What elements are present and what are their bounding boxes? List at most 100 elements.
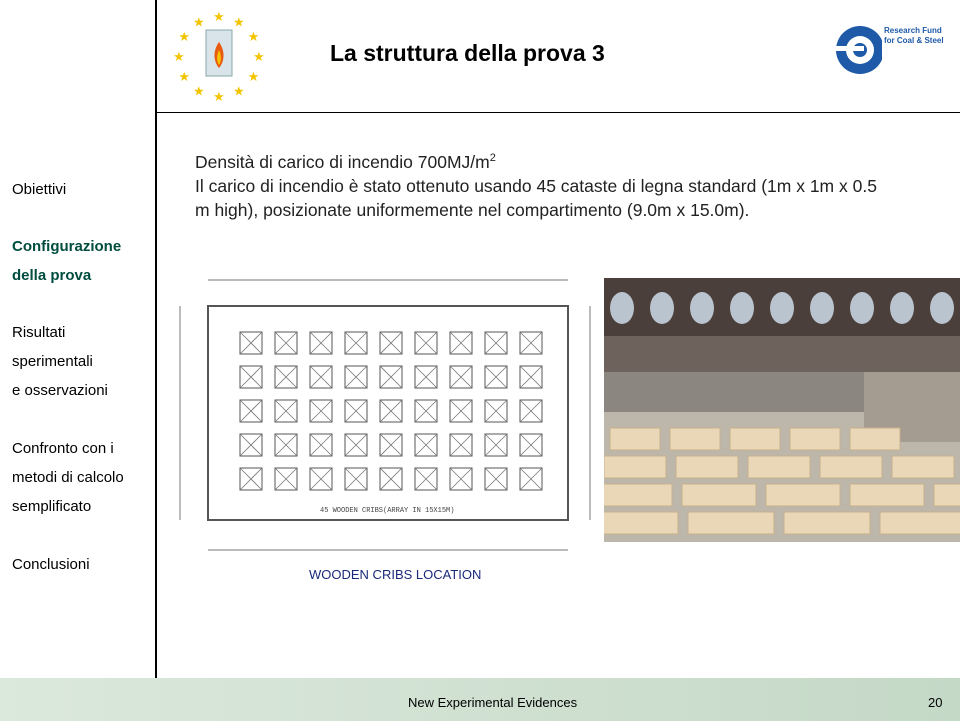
crib-mark [239, 365, 263, 389]
beam-hole [610, 292, 634, 324]
wood-stack [604, 483, 673, 507]
wood-stack [819, 455, 883, 479]
wood-stack [675, 455, 739, 479]
cribs-floor-plan: 45 WOODEN CRIBS(ARRAY IN 15X15M) [150, 250, 610, 560]
crib-mark [239, 433, 263, 457]
crib-mark [239, 399, 263, 423]
wood-stack [849, 427, 901, 451]
beam-hole [850, 292, 874, 324]
star-icon: ★ [233, 14, 245, 29]
nav-item-confronto[interactable]: Confronto con i metodi di calcolo sempli… [12, 434, 124, 521]
eu-stars-logo: ★ ★ ★ ★ ★ ★ ★ ★ ★ ★ ★ ★ [170, 8, 266, 104]
slide-title: La struttura della prova 3 [330, 40, 605, 66]
nav-label: metodi di calcolo [12, 469, 124, 486]
crib-mark [239, 467, 263, 491]
crib-mark [414, 433, 438, 457]
crib-mark [344, 399, 368, 423]
slide-body: Densità di carico di incendio 700MJ/m2 I… [195, 146, 895, 222]
star-icon: ★ [193, 84, 205, 99]
wood-stack [604, 455, 667, 479]
crib-mark [309, 331, 333, 355]
nav-label: e osservazioni [12, 382, 108, 399]
wood-stack [765, 483, 841, 507]
crib-mark [414, 467, 438, 491]
footer-text: New Experimental Evidences [408, 695, 578, 710]
nav-label: Obiettivi [12, 181, 67, 198]
crib-mark [484, 467, 508, 491]
nav-label: Configurazione [12, 238, 122, 255]
wood-stack [789, 427, 841, 451]
crib-mark [414, 365, 438, 389]
body-line1: Densità di carico di incendio 700MJ/m2 [195, 151, 496, 172]
nav-label: della prova [12, 267, 92, 284]
nav-label: Confronto con i [12, 440, 114, 457]
star-icon: ★ [213, 9, 225, 24]
crib-mark [484, 433, 508, 457]
crib-mark [379, 365, 403, 389]
crib-mark [379, 331, 403, 355]
nav-item-risultati[interactable]: Risultati sperimentali e osservazioni [12, 318, 108, 405]
plan-label: 45 WOODEN CRIBS(ARRAY IN 15X15M) [320, 507, 454, 515]
nav-label: sperimentali [12, 353, 93, 370]
crib-mark [379, 433, 403, 457]
nav-label: Risultati [12, 324, 66, 341]
crib-mark [309, 365, 333, 389]
wood-stack [609, 427, 661, 451]
nav-item-configurazione[interactable]: Configurazione della prova [12, 232, 121, 290]
wood-stack [747, 455, 811, 479]
wood-stack [604, 511, 679, 535]
beam-hole [770, 292, 794, 324]
crib-mark [274, 433, 298, 457]
star-icon: ★ [213, 89, 225, 104]
star-icon: ★ [253, 49, 265, 64]
beam-hole [730, 292, 754, 324]
nav-item-conclusioni[interactable]: Conclusioni [12, 550, 90, 579]
compartment-photo [604, 278, 960, 542]
crib-mark [414, 399, 438, 423]
crib-mark [274, 365, 298, 389]
crib-mark [274, 467, 298, 491]
crib-mark [484, 399, 508, 423]
beam-hole [930, 292, 954, 324]
beam-hole [890, 292, 914, 324]
crib-mark [379, 467, 403, 491]
research-fund-logo: Research Fund for Coal & Steel [832, 18, 952, 82]
crib-mark [344, 433, 368, 457]
crib-mark [379, 399, 403, 423]
star-icon: ★ [193, 14, 205, 29]
crib-mark [344, 467, 368, 491]
crib-mark [449, 433, 473, 457]
wood-stack [669, 427, 721, 451]
star-icon: ★ [233, 84, 245, 99]
beam-hole [690, 292, 714, 324]
crib-mark [484, 331, 508, 355]
crib-mark [239, 331, 263, 355]
page-number: 20 [928, 695, 943, 710]
crib-mark [519, 331, 543, 355]
crib-mark [274, 331, 298, 355]
crib-mark [519, 399, 543, 423]
star-icon: ★ [248, 29, 260, 44]
wood-stack [783, 511, 871, 535]
crib-mark [449, 365, 473, 389]
nav-item-obiettivi[interactable]: Obiettivi [12, 175, 66, 204]
wood-stack [879, 511, 960, 535]
wood-stack [933, 483, 960, 507]
nav-label: semplificato [12, 498, 92, 515]
crib-mark [484, 365, 508, 389]
star-icon: ★ [178, 29, 190, 44]
wood-stack [891, 455, 955, 479]
footer-bar: New Experimental Evidences 20 [0, 678, 960, 721]
wood-stack [849, 483, 925, 507]
header-divider [155, 112, 960, 113]
crib-mark [449, 467, 473, 491]
wood-stack [687, 511, 775, 535]
crib-mark [344, 331, 368, 355]
crib-mark [344, 365, 368, 389]
crib-mark [449, 399, 473, 423]
photo-caption: WOODEN CRIBS LOCATION [309, 567, 482, 582]
beam-hole [810, 292, 834, 324]
crib-mark [309, 399, 333, 423]
wood-stack [729, 427, 781, 451]
crib-mark [519, 365, 543, 389]
